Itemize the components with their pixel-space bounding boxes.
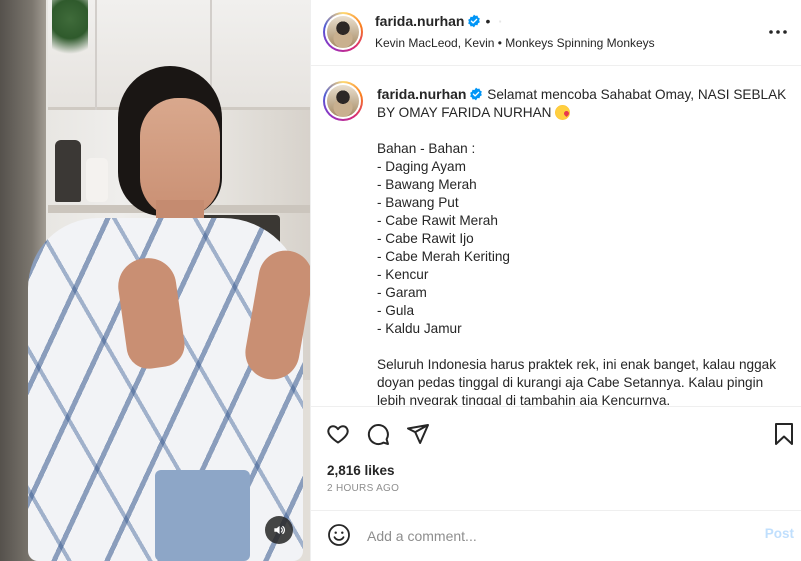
caption-scroll-area[interactable]: farida.nurhan Selamat mencoba Sahabat Om… — [311, 67, 801, 405]
follow-button[interactable]: · — [498, 14, 502, 29]
avatar-image — [327, 85, 359, 117]
ingredient-item: - Cabe Merah Keriting — [377, 249, 510, 264]
audio-attribution-link[interactable]: Kevin MacLeod, Kevin • Monkeys Spinning … — [375, 36, 655, 50]
comment-button[interactable] — [365, 421, 391, 447]
caption-avatar[interactable] — [323, 81, 363, 121]
cabinet-divider — [95, 0, 97, 110]
ingredients-list: Bahan - Bahan : - Daging Ayam - Bawang M… — [377, 140, 792, 338]
header-user-line: farida.nurhan • · — [375, 13, 503, 29]
audio-toggle-button[interactable] — [265, 516, 293, 544]
likes-count[interactable]: 2,816 likes — [327, 463, 395, 478]
avatar[interactable] — [323, 12, 363, 52]
like-button[interactable] — [325, 421, 351, 447]
caption-closing: Seluruh Indonesia harus praktek rek, ini… — [377, 357, 777, 405]
ingredient-item: - Cabe Rawit Ijo — [377, 231, 474, 246]
verified-badge-icon — [468, 14, 481, 28]
post-timestamp[interactable]: 2 HOURS AGO — [327, 483, 399, 494]
post-video[interactable] — [0, 0, 310, 561]
smiley-icon — [328, 524, 350, 546]
post-actions: 2,816 likes 2 HOURS AGO — [311, 406, 801, 516]
post-header: farida.nurhan • · Kevin MacLeod, Kevin • M… — [311, 0, 801, 66]
ingredient-item: - Kencur — [377, 267, 429, 282]
more-horizontal-icon — [769, 30, 787, 34]
kiss-face-emoji-icon — [554, 105, 570, 120]
speaker-icon — [274, 525, 286, 535]
person-jeans — [155, 470, 250, 561]
heart-icon — [327, 425, 349, 444]
more-options-button[interactable] — [766, 20, 790, 44]
username-link[interactable]: farida.nurhan — [375, 13, 464, 29]
hanging-plant — [52, 0, 88, 64]
ingredient-item: - Bawang Merah — [377, 177, 477, 192]
header-separator: • — [485, 13, 491, 29]
comment-input[interactable] — [367, 525, 737, 547]
comment-composer: Post — [311, 510, 801, 561]
kitchen-jar — [55, 140, 81, 202]
bookmark-icon — [775, 423, 793, 445]
comment-icon — [367, 424, 389, 446]
emoji-picker-button[interactable] — [327, 523, 353, 549]
post-comment-button[interactable]: Post — [765, 526, 794, 541]
avatar-image — [327, 16, 359, 48]
verified-badge-icon — [470, 87, 483, 101]
paper-plane-icon — [407, 424, 429, 444]
post-details-panel: farida.nurhan • · Kevin MacLeod, Kevin • M… — [310, 0, 801, 561]
ingredients-title: Bahan - Bahan : — [377, 141, 476, 156]
ingredient-item: - Bawang Put — [377, 195, 459, 210]
ingredient-item: - Garam — [377, 285, 427, 300]
ingredient-item: - Daging Ayam — [377, 159, 466, 174]
post-caption: farida.nurhan Selamat mencoba Sahabat Om… — [377, 85, 792, 405]
ingredient-item: - Cabe Rawit Merah — [377, 213, 498, 228]
ingredient-item: - Kaldu Jamur — [377, 321, 462, 336]
kitchen-jar — [86, 158, 108, 202]
ingredient-item: - Gula — [377, 303, 415, 318]
caption-username-link[interactable]: farida.nurhan — [377, 86, 466, 102]
save-button[interactable] — [771, 421, 797, 447]
share-button[interactable] — [405, 421, 431, 447]
